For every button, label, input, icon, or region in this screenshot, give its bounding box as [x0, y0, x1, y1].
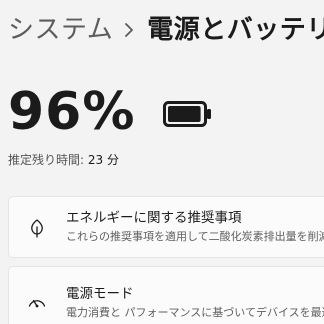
battery-icon — [163, 101, 212, 127]
battery-fill — [168, 106, 202, 122]
chevron-right-icon — [113, 10, 147, 50]
power-mode-card[interactable]: 電源モード 電力消費と パフォーマンスに基づいてデバイスを最適化 — [8, 266, 324, 324]
battery-status: 96% — [8, 80, 212, 144]
energy-recommendations-card[interactable]: エネルギーに関する推奨事項 これらの推奨事項を適用して二酸化炭素排出量を削減 — [8, 196, 324, 258]
card-description: これらの推奨事項を適用して二酸化炭素排出量を削減 — [66, 230, 324, 243]
leaf-icon — [27, 218, 47, 238]
remaining-value: 23 分 — [87, 153, 119, 167]
remaining-label: 推定残り時間: — [8, 153, 85, 167]
gauge-icon — [27, 292, 47, 312]
breadcrumb-system-link[interactable]: システム — [8, 10, 113, 50]
battery-percent: 96% — [8, 82, 136, 142]
card-title: エネルギーに関する推奨事項 — [66, 210, 242, 226]
estimated-time-remaining: 推定残り時間: 23 分 — [8, 151, 119, 169]
power-battery-page: システム 電源とバッテリー 96% 推定残り時間: 23 分 エネ — [0, 0, 324, 324]
breadcrumb: システム 電源とバッテリー — [8, 10, 324, 50]
card-title: 電源モード — [66, 286, 134, 302]
card-description: 電力消費と パフォーマンスに基づいてデバイスを最適化 — [66, 306, 324, 319]
page-title: 電源とバッテリー — [147, 15, 324, 45]
